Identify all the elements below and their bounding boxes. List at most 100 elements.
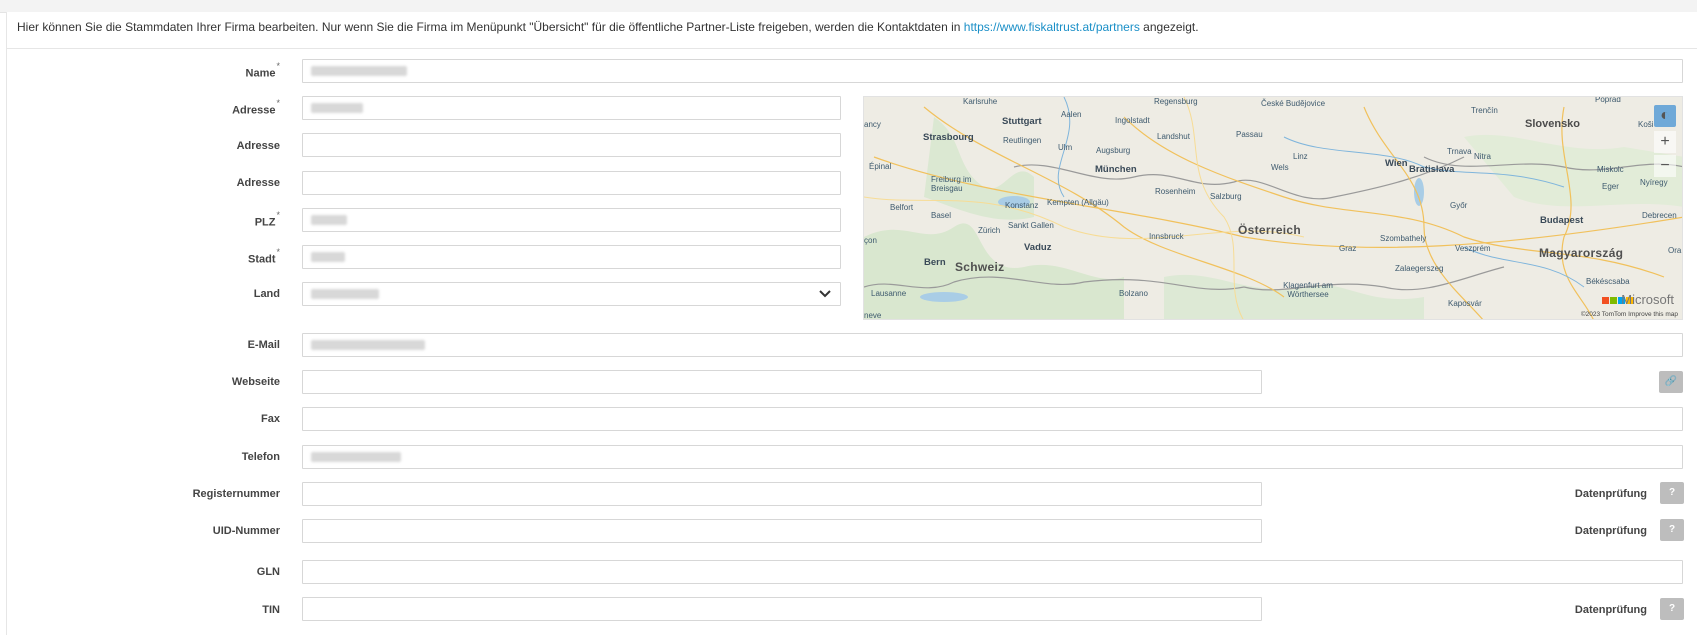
plz-value-redacted xyxy=(311,215,347,226)
map-label: Klagenfurt am Wörthersee xyxy=(1283,281,1333,299)
telefon-label: Telefon xyxy=(241,451,280,463)
info-text-after: angezeigt. xyxy=(1139,20,1199,34)
map-label: Trnava xyxy=(1447,147,1472,156)
map-label: Ulm xyxy=(1058,143,1073,152)
adresse3-input[interactable] xyxy=(302,171,841,195)
map-label: Miskolc xyxy=(1597,165,1624,174)
compass-icon[interactable]: ◐ xyxy=(1654,105,1676,127)
land-value-redacted xyxy=(311,289,379,300)
plz-input[interactable] xyxy=(302,208,841,232)
adresse1-value-redacted xyxy=(311,103,363,114)
email-value-redacted xyxy=(311,340,425,351)
partners-link[interactable]: https://www.fiskaltrust.at/partners xyxy=(964,20,1140,34)
map-label: Innsbruck xyxy=(1149,232,1184,241)
map-label: Salzburg xyxy=(1210,192,1242,201)
stadt-input[interactable] xyxy=(302,245,841,269)
map-label: Freiburg im Breisgau xyxy=(931,175,972,193)
adresse2-input[interactable] xyxy=(302,133,841,157)
map-label: Bolzano xyxy=(1119,289,1148,298)
map-label: Eger xyxy=(1602,182,1619,191)
map-copyright[interactable]: ©2023 TomTom Improve this map xyxy=(1581,311,1678,318)
map-label: Koši xyxy=(1638,120,1654,129)
webseite-input[interactable] xyxy=(302,370,1262,394)
name-label: Name* xyxy=(245,61,280,80)
map-label: České Budějovice xyxy=(1261,99,1326,108)
map-label: ancy xyxy=(864,120,881,129)
registernummer-input[interactable] xyxy=(302,482,1262,506)
map-label: Aalen xyxy=(1061,110,1082,119)
map-label: Szombathely xyxy=(1380,234,1427,243)
email-input[interactable] xyxy=(302,333,1683,357)
fax-input[interactable] xyxy=(302,407,1683,431)
registernummer-check-label: Datenprüfung xyxy=(1574,488,1647,500)
map-label: Österreich xyxy=(1238,223,1302,237)
open-website-button[interactable]: 🔗 xyxy=(1659,371,1683,393)
map-label: Budapest xyxy=(1540,215,1584,226)
map-label: Augsburg xyxy=(1096,146,1131,155)
map-label: Ora xyxy=(1668,246,1682,255)
map-label: Ingolstadt xyxy=(1115,116,1150,125)
map-label: Nyíregy xyxy=(1640,178,1668,187)
divider xyxy=(6,48,1697,49)
zoom-in-button[interactable]: + xyxy=(1654,131,1676,153)
map-label: Passau xyxy=(1236,130,1263,139)
gln-input[interactable] xyxy=(302,560,1683,584)
info-text: Hier können Sie die Stammdaten Ihrer Fir… xyxy=(17,20,1677,34)
microsoft-logo-icon xyxy=(1601,296,1633,305)
map-label: Trenčín xyxy=(1471,106,1498,115)
land-label: Land xyxy=(253,288,280,300)
map-label: Zürich xyxy=(978,226,1001,235)
location-map[interactable]: Karlsruhe Regensburg České Budějovice Po… xyxy=(863,96,1683,320)
map-label: Zalaegerszeg xyxy=(1395,264,1444,273)
map-label: Rosenheim xyxy=(1155,187,1196,196)
map-label: Konstanz xyxy=(1005,201,1039,210)
map-label: Bern xyxy=(924,257,946,268)
fax-label: Fax xyxy=(261,413,280,425)
adresse1-input[interactable] xyxy=(302,96,841,120)
webseite-label: Webseite xyxy=(231,376,280,388)
map-label: Sankt Gallen xyxy=(1008,221,1054,230)
info-text-before: Hier können Sie die Stammdaten Ihrer Fir… xyxy=(17,20,964,34)
zoom-out-button[interactable]: − xyxy=(1654,155,1676,177)
map-label: Stuttgart xyxy=(1002,116,1042,127)
map-label: Graz xyxy=(1339,244,1357,253)
map-label: Magyarország xyxy=(1539,246,1624,260)
gln-label: GLN xyxy=(256,566,280,578)
map-label: Belfort xyxy=(890,203,914,212)
uid-help-button[interactable]: ? xyxy=(1660,519,1684,541)
map-label: çon xyxy=(864,236,877,245)
uid-check-label: Datenprüfung xyxy=(1574,525,1647,537)
name-input[interactable] xyxy=(302,59,1683,83)
map-label: Debrecen xyxy=(1642,211,1677,220)
map-label: Épinal xyxy=(869,162,892,171)
uid-label: UID-Nummer xyxy=(212,525,280,537)
map-label: Lausanne xyxy=(871,289,907,298)
plz-label: PLZ* xyxy=(254,210,280,229)
help-icon: ? xyxy=(1668,603,1676,614)
stadt-value-redacted xyxy=(311,252,345,263)
map-label: Wien xyxy=(1385,158,1408,169)
tin-help-button[interactable]: ? xyxy=(1660,598,1684,620)
map-label: Slovensko xyxy=(1525,118,1581,130)
stadt-label: Stadt* xyxy=(247,247,280,266)
name-value-redacted xyxy=(311,66,407,77)
adresse2-label: Adresse xyxy=(236,140,280,152)
registernummer-help-button[interactable]: ? xyxy=(1660,482,1684,504)
land-select[interactable] xyxy=(302,282,841,306)
map-label: Bratislava xyxy=(1409,164,1455,175)
tin-label: TIN xyxy=(262,604,280,616)
uid-input[interactable] xyxy=(302,519,1262,543)
map-label: Schweiz xyxy=(955,260,1005,274)
map-label: München xyxy=(1095,164,1137,175)
tin-input[interactable] xyxy=(302,597,1262,621)
map-label: Nitra xyxy=(1474,152,1491,161)
map-label: Regensburg xyxy=(1154,97,1198,106)
telefon-input[interactable] xyxy=(302,445,1683,469)
map-label: Wels xyxy=(1271,163,1289,172)
map-label: Győr xyxy=(1450,201,1468,210)
chevron-down-icon xyxy=(819,290,831,298)
map-label: Kempten (Allgäu) xyxy=(1047,198,1109,207)
map-label: Kaposvár xyxy=(1448,299,1482,308)
map-label: Poprad xyxy=(1595,96,1621,104)
map-label: Vaduz xyxy=(1024,242,1052,253)
